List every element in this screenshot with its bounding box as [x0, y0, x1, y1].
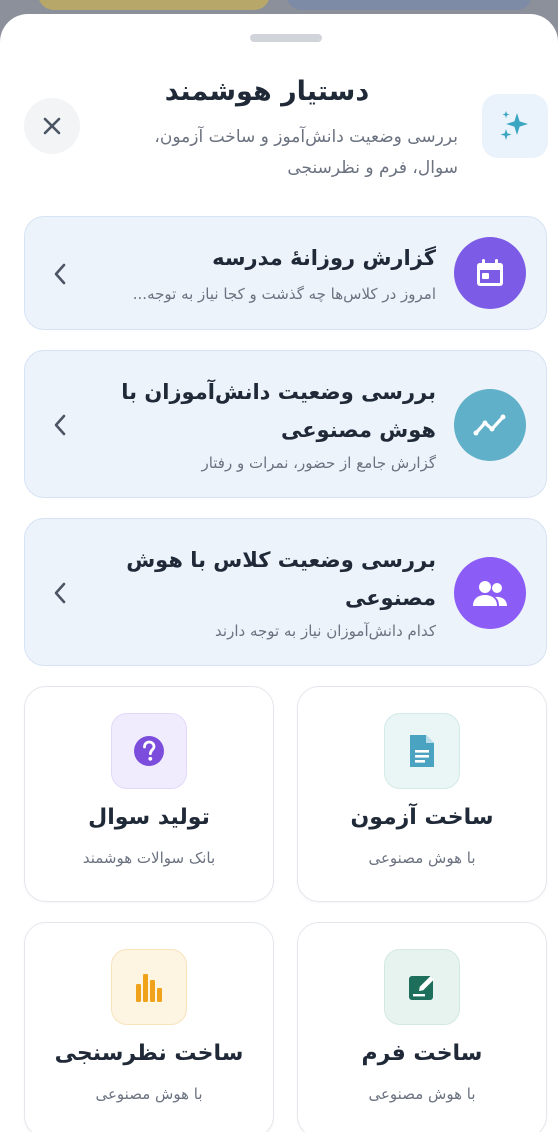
sparkle-icon	[482, 94, 548, 158]
close-button[interactable]	[24, 98, 80, 154]
tile-label: ساخت نظرسنجی	[54, 1041, 244, 1066]
tile-label: ساخت فرم	[361, 1041, 483, 1066]
create-survey-tile[interactable]: ساخت نظرسنجی با هوش مصنوعی	[24, 922, 274, 1132]
question-icon	[111, 713, 187, 789]
daily-report-card[interactable]: گزارش روزانهٔ مدرسه امروز در کلاس‌ها چه …	[24, 216, 547, 330]
create-form-tile[interactable]: ساخت فرم با هوش مصنوعی	[297, 922, 547, 1132]
tile-subtitle: با هوش مصنوعی	[95, 1085, 203, 1103]
edit-form-icon	[384, 949, 460, 1025]
card-title: گزارش روزانهٔ مدرسه	[212, 246, 436, 270]
card-description: گزارش جامع از حضور، نمرات و رفتار	[201, 454, 436, 472]
document-icon	[384, 713, 460, 789]
generate-question-tile[interactable]: تولید سوال بانک سوالات هوشمند	[24, 686, 274, 902]
card-title: بررسی وضعیت کلاس با هوش مصنوعی	[126, 548, 436, 610]
background-chip	[286, 0, 532, 10]
group-icon	[454, 557, 526, 629]
tile-label: تولید سوال	[88, 805, 210, 830]
sheet-subtitle: بررسی وضعیت دانش‌آموز و ساخت آزمون، سوال…	[154, 127, 458, 178]
assistant-bottom-sheet: دستیار هوشمند بررسی وضعیت دانش‌آموز و سا…	[0, 14, 558, 1132]
tile-subtitle: با هوش مصنوعی	[368, 849, 476, 867]
chevron-left-icon	[54, 582, 66, 604]
bar-chart-icon	[111, 949, 187, 1025]
card-description: کدام دانش‌آموزان نیاز به توجه دارند	[215, 622, 436, 640]
trend-icon	[454, 389, 526, 461]
sheet-title: دستیار هوشمند	[164, 76, 370, 107]
tile-subtitle: با هوش مصنوعی	[368, 1085, 476, 1103]
tile-subtitle: بانک سوالات هوشمند	[82, 849, 216, 867]
chevron-left-icon	[54, 263, 66, 285]
card-description: امروز در کلاس‌ها چه گذشت و کجا نیاز به ت…	[132, 285, 436, 303]
close-icon	[43, 117, 61, 135]
student-status-ai-card[interactable]: بررسی وضعیت دانش‌آموزان با هوش مصنوعی گز…	[24, 350, 547, 498]
chevron-left-icon	[54, 414, 66, 436]
class-status-ai-card[interactable]: بررسی وضعیت کلاس با هوش مصنوعی کدام دانش…	[24, 518, 547, 666]
tile-label: ساخت آزمون	[350, 805, 494, 830]
create-exam-tile[interactable]: ساخت آزمون با هوش مصنوعی	[297, 686, 547, 902]
card-title: بررسی وضعیت دانش‌آموزان با هوش مصنوعی	[121, 380, 436, 442]
drag-handle[interactable]	[250, 34, 322, 42]
calendar-icon	[454, 237, 526, 309]
background-chip	[38, 0, 270, 10]
